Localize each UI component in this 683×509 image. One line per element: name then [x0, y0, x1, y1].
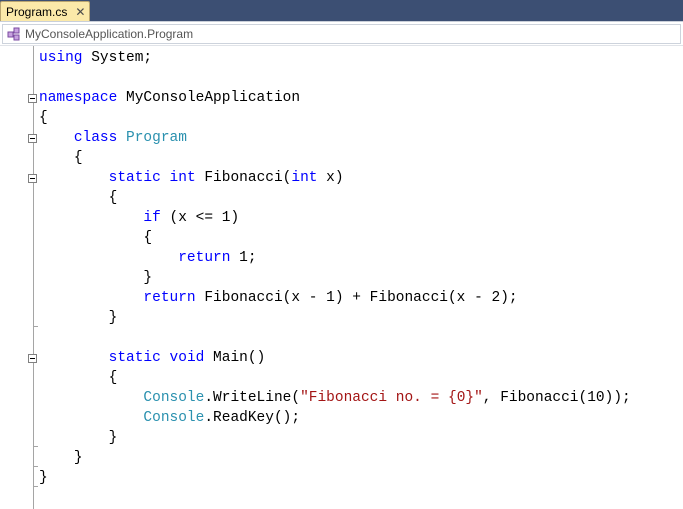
collapse-fibonacci-icon[interactable] [28, 174, 37, 183]
code-line: using System; [39, 50, 153, 66]
document-tab-strip: Program.cs ✕ [0, 0, 683, 22]
navigation-bar: MyConsoleApplication.Program [0, 22, 683, 46]
tab-program-cs[interactable]: Program.cs ✕ [0, 1, 90, 21]
code-line: } [108, 430, 118, 446]
code-line: static void Main() [108, 350, 266, 366]
fold-end-tick [33, 326, 38, 327]
code-line: { [39, 110, 48, 126]
collapse-namespace-icon[interactable] [28, 94, 37, 103]
type-dropdown[interactable]: MyConsoleApplication.Program [2, 24, 681, 44]
code-line: static int Fibonacci(int x) [108, 170, 344, 186]
code-line: if (x <= 1) [143, 210, 240, 226]
close-icon[interactable]: ✕ [75, 5, 85, 19]
code-line: namespace MyConsoleApplication [39, 90, 301, 106]
tab-label: Program.cs [6, 4, 68, 19]
code-line: Console.WriteLine("Fibonacci no. = {0}",… [143, 390, 631, 406]
code-line: Console.ReadKey(); [143, 410, 301, 426]
fold-end-tick [33, 466, 38, 467]
code-line: { [108, 370, 118, 386]
code-line: { [143, 230, 153, 246]
type-dropdown-label: MyConsoleApplication.Program [25, 27, 194, 41]
code-line: class Program [73, 130, 187, 146]
code-line: return 1; [178, 250, 257, 266]
code-line: { [108, 190, 118, 206]
class-icon [7, 27, 20, 41]
code-line: } [108, 310, 118, 326]
code-line: { [73, 150, 83, 166]
collapse-main-icon[interactable] [28, 354, 37, 363]
fold-end-tick [33, 486, 38, 487]
collapse-class-icon[interactable] [28, 134, 37, 143]
outline-margin [33, 46, 34, 509]
code-line: } [143, 270, 153, 286]
code-line: } [39, 470, 48, 486]
code-line: } [73, 450, 83, 466]
code-line: return Fibonacci(x - 1) + Fibonacci(x - … [143, 290, 518, 306]
code-editor[interactable]: using System; namespace MyConsoleApplica… [0, 46, 683, 509]
fold-end-tick [33, 446, 38, 447]
